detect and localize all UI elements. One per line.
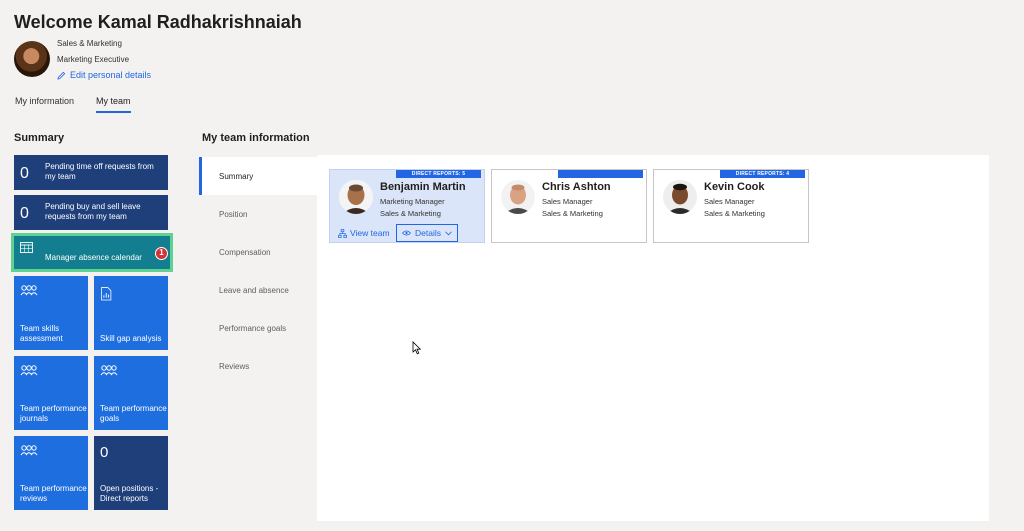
people-icon (20, 445, 38, 456)
pending-buy-sell-count: 0 (20, 205, 29, 222)
pending-time-off-label: Pending time off requests from my team (45, 162, 154, 181)
member-department: Sales & Marketing (380, 209, 441, 218)
team-skills-assessment-label: Team skills assessment (20, 324, 63, 343)
summary-heading: Summary (14, 132, 65, 144)
team-information-panel: Summary Position Compensation Leave and … (199, 155, 989, 521)
nav-item-compensation[interactable]: Compensation (199, 233, 317, 271)
details-label: Details (415, 228, 441, 238)
manager-calendar-highlight: Manager absence calendar 1 (11, 233, 173, 272)
team-member-card[interactable]: DIRECT REPORTS: 4 Kevin Cook Sales Manag… (653, 169, 809, 243)
team-information-heading: My team information (202, 132, 310, 144)
tab-my-team[interactable]: My team (96, 96, 131, 113)
pencil-icon (57, 71, 66, 80)
department-text: Sales & Marketing (57, 39, 122, 48)
team-performance-goals-label: Team performance goals (100, 404, 167, 423)
view-team-link[interactable]: View team (338, 228, 390, 238)
team-performance-reviews-label: Team performance reviews (20, 484, 87, 503)
nav-item-reviews[interactable]: Reviews (199, 347, 317, 385)
member-name: Benjamin Martin (380, 181, 466, 193)
tab-my-information[interactable]: My information (15, 96, 74, 113)
member-department: Sales & Marketing (542, 209, 603, 218)
team-member-card[interactable]: DIRECT REPORTS: 5 Benjamin Martin Market… (329, 169, 485, 243)
pending-buy-sell-label: Pending buy and sell leave requests from… (45, 202, 141, 221)
team-skills-assessment-tile[interactable]: Team skills assessment (14, 276, 88, 350)
team-performance-reviews-tile[interactable]: Team performance reviews (14, 436, 88, 510)
nav-item-position[interactable]: Position (199, 195, 317, 233)
page-title: Welcome Kamal Radhakrishnaiah (14, 12, 302, 32)
member-role: Marketing Manager (380, 197, 445, 206)
people-icon (20, 365, 38, 376)
nav-item-performance-goals[interactable]: Performance goals (199, 309, 317, 347)
nav-item-leave-and-absence[interactable]: Leave and absence (199, 271, 317, 309)
chevron-down-icon (445, 230, 452, 235)
manager-absence-calendar-tile[interactable]: Manager absence calendar 1 (14, 236, 170, 269)
report-icon (101, 287, 112, 301)
direct-reports-banner: DIRECT REPORTS: 4 (720, 170, 805, 178)
people-icon (20, 285, 38, 296)
eye-icon (402, 230, 411, 236)
team-performance-journals-label: Team performance journals (20, 404, 87, 423)
avatar (339, 180, 373, 214)
manager-calendar-label: Manager absence calendar (45, 253, 142, 262)
skill-gap-analysis-tile[interactable]: Skill gap analysis (94, 276, 168, 350)
org-chart-icon (338, 228, 347, 238)
pending-buy-sell-tile[interactable]: 0 Pending buy and sell leave requests fr… (14, 195, 168, 230)
member-role: Sales Manager (542, 197, 593, 206)
edit-link-label: Edit personal details (70, 70, 152, 80)
open-positions-tile[interactable]: 0 Open positions - Direct reports (94, 436, 168, 510)
view-team-label: View team (350, 228, 390, 238)
details-button[interactable]: Details (396, 224, 458, 242)
avatar (501, 180, 535, 214)
member-name: Chris Ashton (542, 181, 611, 193)
member-name: Kevin Cook (704, 181, 765, 193)
mouse-pointer-icon (412, 341, 422, 355)
job-title-text: Marketing Executive (57, 55, 130, 64)
member-role: Sales Manager (704, 197, 755, 206)
team-member-card[interactable]: Chris Ashton Sales Manager Sales & Marke… (491, 169, 647, 243)
team-performance-journals-tile[interactable]: Team performance journals (14, 356, 88, 430)
direct-reports-banner: DIRECT REPORTS: 5 (396, 170, 481, 178)
member-department: Sales & Marketing (704, 209, 765, 218)
skill-gap-analysis-label: Skill gap analysis (100, 334, 162, 343)
edit-personal-details-link[interactable]: Edit personal details (57, 70, 151, 80)
pending-time-off-tile[interactable]: 0 Pending time off requests from my team (14, 155, 168, 190)
people-icon (100, 365, 118, 376)
calendar-icon (20, 242, 33, 253)
pending-time-off-count: 0 (20, 165, 29, 182)
open-positions-count: 0 (100, 444, 109, 461)
open-positions-label: Open positions - Direct reports (100, 484, 159, 503)
direct-reports-banner (558, 170, 643, 178)
avatar (14, 41, 50, 77)
tab-bar: My information My team (15, 96, 131, 113)
team-info-nav: Summary Position Compensation Leave and … (199, 155, 317, 521)
team-performance-goals-tile[interactable]: Team performance goals (94, 356, 168, 430)
nav-item-summary[interactable]: Summary (199, 157, 317, 195)
avatar (663, 180, 697, 214)
notification-badge: 1 (155, 247, 168, 260)
